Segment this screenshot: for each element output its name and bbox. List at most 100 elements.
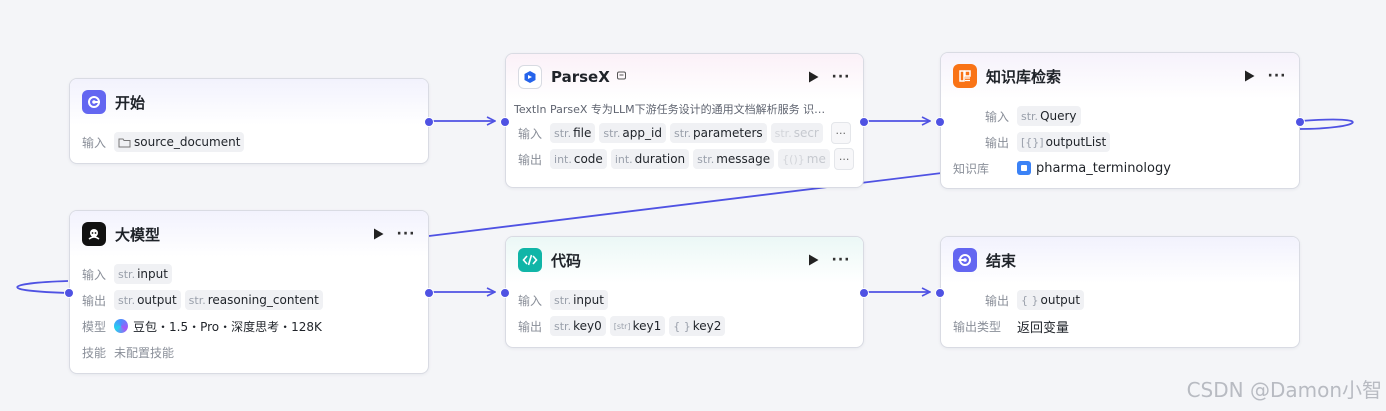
start-input-value: source_document (134, 135, 241, 149)
end-icon (953, 248, 977, 272)
kb-input-handle[interactable] (935, 117, 945, 127)
parsex-run-button[interactable] (803, 67, 823, 87)
play-icon (373, 228, 383, 240)
edge-llm-loop (16, 280, 71, 294)
llm-node[interactable]: 大模型 ··· 输入 str. input 输出 str. output str. r… (69, 210, 429, 374)
code-run-button[interactable] (803, 250, 823, 270)
end-node-header: 结束 (941, 237, 1299, 283)
knowledge-base-icon (953, 64, 977, 88)
llm-output-tag-1: str. reasoning_content (184, 290, 323, 310)
parsex-more-button[interactable]: ··· (831, 67, 851, 87)
llm-more-button[interactable]: ··· (396, 224, 416, 244)
kb-input-label: 输入 (984, 109, 1009, 124)
llm-model-label: 模型 (82, 319, 107, 334)
code-output-tag-1: [str] key1 (609, 316, 666, 336)
llm-model-value: 豆包・1.5・Pro・深度思考・128K (133, 319, 322, 334)
kb-input-row: 输入 str. Query (941, 103, 1299, 129)
llm-output-tag-0: str. output (114, 290, 181, 310)
code-node[interactable]: 代码 ··· 输入 str. input 输出 str. key0 [str] key… (505, 236, 864, 348)
llm-input-label: 输入 (82, 267, 107, 282)
parsex-input-label: 输入 (518, 126, 543, 141)
end-output-row: 输出 { } output (941, 287, 1299, 313)
end-output-kind-label: 输出类型 (953, 319, 1002, 334)
llm-run-button[interactable] (368, 224, 388, 244)
parsex-output-tag-0: int. code (550, 149, 607, 169)
code-icon (518, 248, 542, 272)
end-output-kind-value: 返回变量 (1017, 320, 1070, 336)
play-icon (808, 254, 818, 266)
kb-run-button[interactable] (1239, 66, 1259, 86)
end-output-tag: { } output (1017, 290, 1085, 310)
parsex-output-tag-1: int. duration (610, 149, 690, 169)
llm-output-handle[interactable] (424, 288, 434, 298)
parsex-node-header: ParseX ··· (506, 54, 863, 100)
parsex-description: TextIn ParseX 专为LLM下游任务设计的通用文档解析服务 识… (514, 103, 826, 116)
llm-icon (82, 222, 106, 246)
llm-node-header: 大模型 ··· (70, 211, 428, 257)
plugin-store-icon (616, 70, 627, 84)
kb-title: 知识库检索 (986, 67, 1062, 86)
workflow-canvas[interactable]: 开始 输入 source_document ParseX ··· TextIn … (0, 0, 1386, 411)
parsex-icon (518, 65, 542, 89)
play-icon (808, 71, 818, 83)
kb-node-header: 知识库检索 ··· (941, 53, 1299, 99)
code-input-handle[interactable] (500, 288, 510, 298)
parsex-input-tag-0: str. file (550, 123, 596, 143)
llm-output-label: 输出 (82, 293, 107, 308)
parsex-input-tag-3: str. secr (770, 123, 823, 143)
code-input-tag: str. input (550, 290, 608, 310)
llm-output-row: 输出 str. output str. reasoning_content (70, 287, 428, 313)
kb-output-tag: [{}] outputList (1017, 132, 1111, 152)
llm-input-tag: str. input (114, 264, 172, 284)
kb-source-row: 知识库 pharma_terminology (941, 155, 1299, 181)
start-input-tag: source_document (114, 132, 245, 152)
parsex-output-row: 输出 int. code int. duration str. message {()… (506, 146, 863, 172)
llm-input-row: 输入 str. input (70, 261, 428, 287)
end-output-kind-row: 输出类型 返回变量 (941, 313, 1299, 339)
code-output-row: 输出 str. key0 [str] key1 { } key2 (506, 313, 863, 339)
database-icon (1017, 161, 1031, 175)
code-output-tag-0: str. key0 (550, 316, 606, 336)
code-input-row: 输入 str. input (506, 287, 863, 313)
end-node[interactable]: 结束 输出 { } output 输出类型 返回变量 (940, 236, 1300, 348)
code-output-handle[interactable] (859, 288, 869, 298)
start-icon (82, 90, 106, 114)
parsex-input-handle[interactable] (500, 117, 510, 127)
folder-icon (118, 138, 131, 147)
start-input-label: 输入 (82, 135, 107, 150)
parsex-title: ParseX (551, 68, 610, 86)
kb-node[interactable]: 知识库检索 ··· 输入 str. Query 输出 [{}] outputList… (940, 52, 1300, 189)
parsex-inputs-more[interactable]: ··· (830, 122, 851, 144)
end-title: 结束 (986, 251, 1017, 270)
parsex-outputs-more[interactable]: ··· (833, 148, 855, 170)
code-title: 代码 (551, 251, 582, 270)
parsex-input-row: 输入 str. file str. app_id str. parameters st… (506, 120, 863, 146)
parsex-input-tag-1: str. app_id (599, 123, 666, 143)
doubao-logo-icon (114, 319, 129, 333)
end-input-handle[interactable] (935, 288, 945, 298)
kb-input-tag: str. Query (1017, 106, 1081, 126)
start-node-header: 开始 (70, 79, 428, 125)
kb-output-handle[interactable] (1295, 117, 1305, 127)
kb-source-value: pharma_terminology (1036, 160, 1171, 176)
code-input-label: 输入 (518, 293, 543, 308)
parsex-output-label: 输出 (518, 152, 543, 167)
parsex-output-tag-3: {()} me (778, 149, 830, 169)
parsex-node[interactable]: ParseX ··· TextIn ParseX 专为LLM下游任务设计的通用文… (505, 53, 864, 188)
start-input-row: 输入 source_document (70, 129, 428, 155)
llm-skill-value: 未配置技能 (114, 345, 175, 360)
kb-more-button[interactable]: ··· (1267, 66, 1287, 86)
start-title: 开始 (115, 93, 146, 112)
start-node[interactable]: 开始 输入 source_document (69, 78, 429, 164)
kb-output-row: 输出 [{}] outputList (941, 129, 1299, 155)
llm-model-row: 模型 豆包・1.5・Pro・深度思考・128K (70, 313, 428, 339)
parsex-output-tag-2: str. message (693, 149, 775, 169)
llm-title: 大模型 (115, 225, 161, 244)
parsex-output-handle[interactable] (859, 117, 869, 127)
code-more-button[interactable]: ··· (831, 250, 851, 270)
llm-skill-row: 技能 未配置技能 (70, 339, 428, 365)
play-icon (1244, 70, 1254, 82)
end-output-label: 输出 (984, 293, 1009, 308)
start-output-handle[interactable] (424, 117, 434, 127)
llm-input-handle[interactable] (64, 288, 74, 298)
